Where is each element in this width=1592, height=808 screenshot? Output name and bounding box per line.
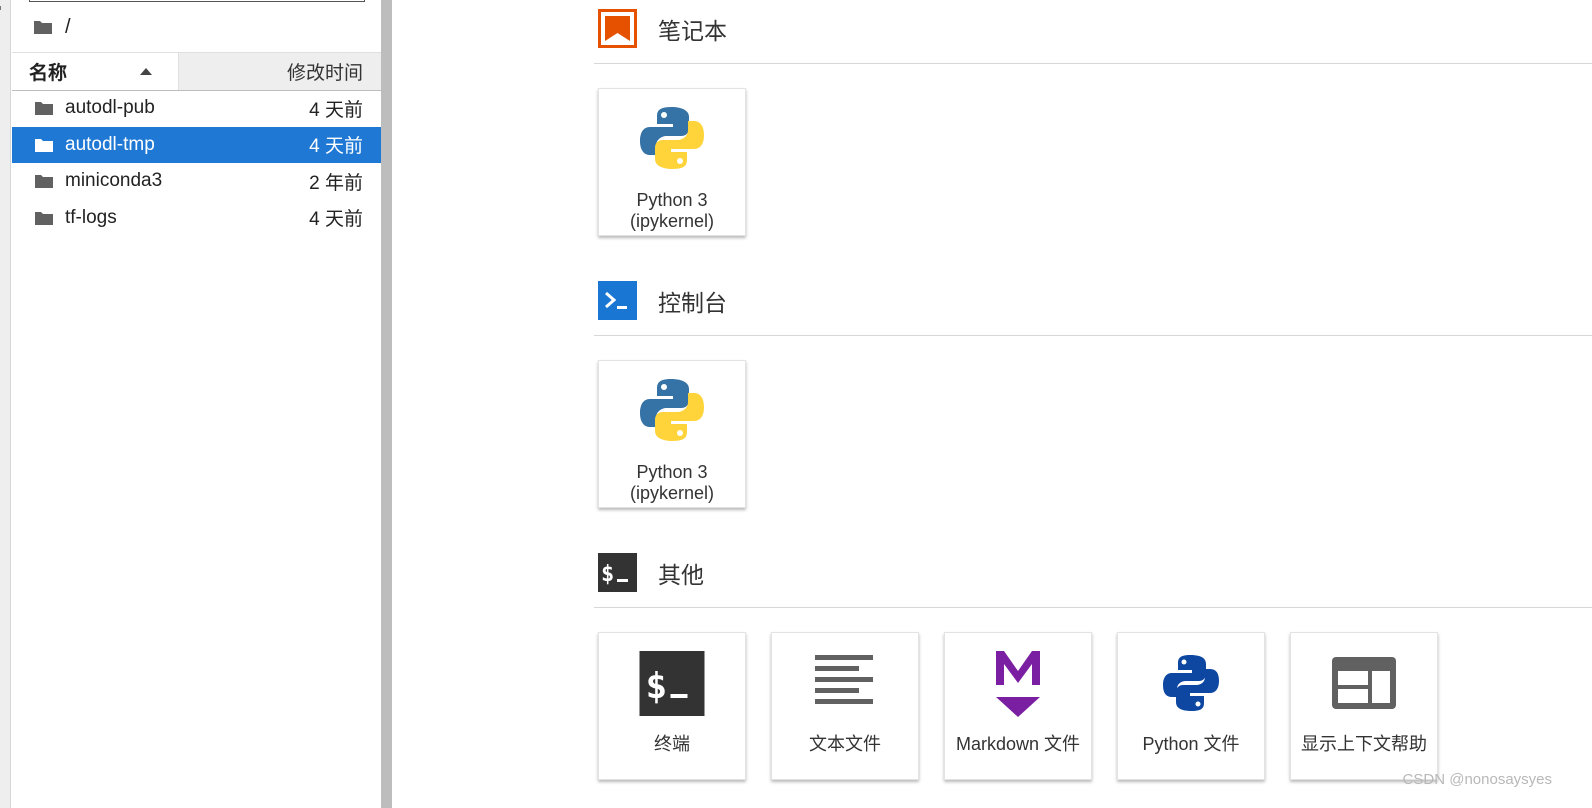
- file-modified: 4 天前: [309, 209, 363, 231]
- card-label-line1: Python 3: [636, 462, 708, 482]
- section-divider: [594, 335, 1592, 336]
- file-name: autodl-tmp: [65, 133, 155, 155]
- card-label: 文本文件: [809, 734, 881, 754]
- file-list-item[interactable]: miniconda3 2 年前: [12, 163, 381, 200]
- svg-text:$: $: [601, 562, 614, 587]
- notebook-python3-card[interactable]: Python 3 (ipykernel): [598, 88, 746, 236]
- text-file-icon: [815, 655, 873, 704]
- file-browser: / 名称 修改时间 autodl-pub 4 天前 autodl-tmp 4 天…: [12, 0, 381, 808]
- console-python3-card[interactable]: Python 3 (ipykernel): [598, 360, 746, 508]
- file-name: miniconda3: [65, 170, 163, 192]
- terminal-icon: $: [639, 651, 705, 716]
- card-label-line2: (ipykernel): [629, 211, 715, 231]
- folder-icon: [35, 175, 53, 189]
- section-title: 笔记本: [658, 17, 727, 44]
- notebook-icon: [598, 9, 637, 48]
- breadcrumb[interactable]: /: [33, 12, 71, 42]
- console-icon: [598, 281, 637, 320]
- folder-icon: [34, 21, 52, 34]
- sort-ascending-icon: [140, 68, 152, 75]
- section-title: 控制台: [658, 289, 727, 316]
- folder-icon: [35, 211, 53, 225]
- modified-column-header[interactable]: 修改时间: [179, 53, 381, 90]
- other-terminal-icon: $: [598, 553, 637, 592]
- markdown-file-card[interactable]: Markdown 文件: [944, 632, 1092, 780]
- file-modified: 4 天前: [309, 99, 363, 121]
- name-column-header[interactable]: 名称: [12, 53, 179, 90]
- file-name: autodl-pub: [65, 97, 155, 119]
- section-title: 其他: [658, 561, 704, 588]
- svg-text:$: $: [646, 666, 668, 707]
- file-list: autodl-pub 4 天前 autodl-tmp 4 天前 minicond…: [12, 90, 381, 236]
- file-name: tf-logs: [65, 206, 117, 228]
- python-file-card[interactable]: Python 文件: [1117, 632, 1265, 780]
- terminal-card[interactable]: $ 终端: [598, 632, 746, 780]
- file-list-item[interactable]: autodl-pub 4 天前: [12, 90, 381, 127]
- folder-icon: [35, 102, 53, 116]
- file-modified: 4 天前: [309, 136, 363, 158]
- folder-icon: [35, 138, 53, 152]
- file-list-header: 名称 修改时间: [12, 52, 381, 91]
- card-label: Python 文件: [1142, 734, 1240, 754]
- watermark: CSDN @nonosaysyes: [1402, 771, 1552, 788]
- file-modified: 2 年前: [309, 172, 363, 194]
- name-column-label: 名称: [29, 63, 68, 84]
- context-help-card[interactable]: 显示上下文帮助: [1290, 632, 1438, 780]
- file-list-item[interactable]: tf-logs 4 天前: [12, 200, 381, 237]
- card-label-line2: (ipykernel): [629, 483, 715, 503]
- filter-input[interactable]: [29, 0, 365, 2]
- launcher: 笔记本 Python 3 (ipykernel) 控制台 Python 3 (i…: [392, 0, 1592, 808]
- modified-column-label: 修改时间: [286, 63, 363, 84]
- card-label: Markdown 文件: [955, 734, 1081, 754]
- other-section-header: $ 其他: [598, 553, 704, 592]
- notebook-section-header: 笔记本: [598, 9, 727, 48]
- section-divider: [594, 607, 1592, 608]
- card-label-line1: Python 3: [636, 190, 708, 210]
- python-logo-icon: [640, 379, 704, 441]
- console-section-header: 控制台: [598, 281, 727, 320]
- context-help-icon: [1332, 657, 1396, 709]
- card-label: 显示上下文帮助: [1301, 734, 1427, 754]
- python-file-icon: [1163, 655, 1219, 711]
- section-divider: [594, 63, 1592, 64]
- card-label: 终端: [654, 734, 690, 754]
- python-logo-icon: [640, 107, 704, 169]
- text-file-card[interactable]: 文本文件: [771, 632, 919, 780]
- file-list-item-selected[interactable]: autodl-tmp 4 天前: [12, 126, 381, 163]
- activity-bar: [0, 0, 11, 808]
- breadcrumb-root[interactable]: /: [65, 16, 71, 39]
- markdown-icon: [996, 651, 1040, 717]
